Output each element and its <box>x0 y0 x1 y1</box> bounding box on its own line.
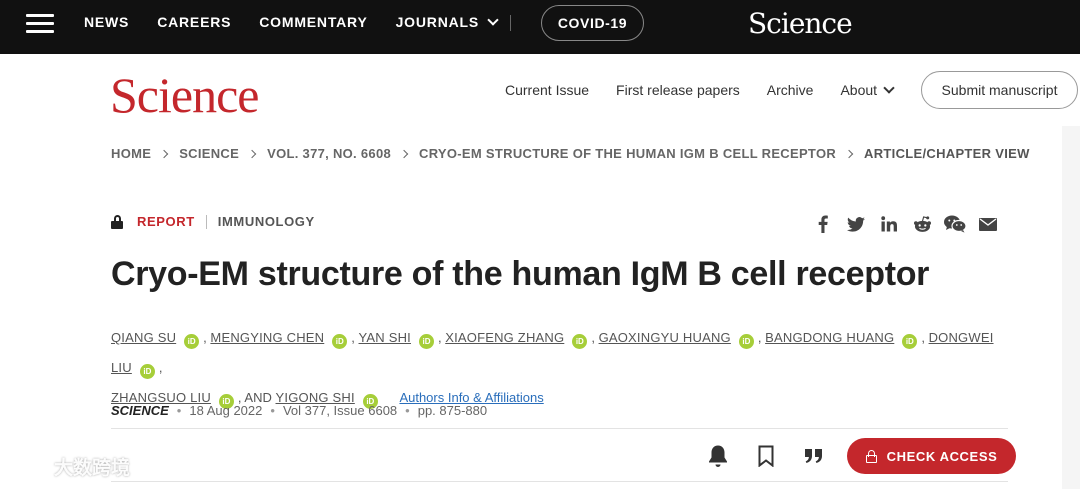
bell-icon[interactable] <box>703 439 733 473</box>
article-type[interactable]: REPORT <box>137 214 195 229</box>
top-nav-commentary-label: COMMENTARY <box>259 14 368 30</box>
breadcrumb-home[interactable]: HOME <box>111 146 151 161</box>
science-logo[interactable]: Science <box>110 66 259 124</box>
hamburger-menu-icon[interactable] <box>26 14 54 34</box>
orcid-icon[interactable]: iD <box>184 334 200 349</box>
chevron-right-icon <box>399 149 409 158</box>
author-separator: , <box>351 330 355 345</box>
top-nav-careers-label: CAREERS <box>157 14 232 30</box>
covid-button[interactable]: COVID-19 <box>541 5 644 41</box>
author-link[interactable]: GAOXINGYU HUANG <box>599 330 731 345</box>
orcid-icon[interactable]: iD <box>572 334 588 349</box>
article-meta: REPORT IMMUNOLOGY <box>111 214 315 229</box>
citation-line: SCIENCE • 18 Aug 2022 • Vol 377, Issue 6… <box>111 403 487 418</box>
top-nav-journals-label: JOURNALS <box>395 14 480 30</box>
nav-about[interactable]: About <box>840 81 895 98</box>
dot-separator: • <box>405 403 410 418</box>
author-list: QIANG SU iD, MENGYING CHEN iD, YAN SHI iD, … <box>111 323 1011 413</box>
main-header: Science Current Issue First release pape… <box>0 54 1080 126</box>
wechat-icon[interactable] <box>944 213 966 235</box>
twitter-icon[interactable] <box>845 213 867 235</box>
linkedin-icon[interactable] <box>878 213 900 235</box>
author-separator: , <box>591 330 595 345</box>
bookmark-icon[interactable] <box>751 439 781 473</box>
author-separator: , <box>757 330 762 345</box>
article-subject[interactable]: IMMUNOLOGY <box>218 214 315 229</box>
orcid-icon[interactable]: iD <box>139 364 155 379</box>
breadcrumb: HOME SCIENCE VOL. 377, NO. 6608 CRYO-EM … <box>111 146 1030 161</box>
article-title: Cryo-EM structure of the human IgM B cel… <box>111 255 930 293</box>
author-separator: , <box>921 330 925 345</box>
top-nav-news-label: NEWS <box>84 14 130 30</box>
reddit-icon[interactable] <box>911 213 933 235</box>
top-nav: NEWS CAREERS COMMENTARY JOURNALS <box>84 0 525 44</box>
divider <box>205 214 207 229</box>
divider <box>111 428 1008 429</box>
dot-separator: • <box>176 403 182 418</box>
content-area <box>0 126 1080 489</box>
volume-issue[interactable]: Vol 377, Issue 6608 <box>283 403 397 418</box>
nav-archive[interactable]: Archive <box>767 82 814 98</box>
divider <box>510 15 511 31</box>
top-nav-commentary[interactable]: COMMENTARY <box>259 14 367 30</box>
author-link[interactable]: MENGYING CHEN <box>210 330 324 345</box>
email-icon[interactable] <box>977 213 999 235</box>
check-access-label: CHECK ACCESS <box>886 448 998 464</box>
author-separator: , <box>158 360 163 375</box>
author-link[interactable]: BANGDONG HUANG <box>765 330 894 345</box>
watermark: 大数跨境 <box>8 453 130 480</box>
top-logo[interactable]: Science <box>748 7 853 40</box>
nav-current-issue[interactable]: Current Issue <box>505 82 589 98</box>
orcid-icon[interactable]: iD <box>332 334 348 349</box>
watermark-logo-icon <box>8 456 46 477</box>
facebook-icon[interactable] <box>812 213 834 235</box>
scrollbar-track[interactable] <box>1062 126 1080 489</box>
divider <box>111 481 1008 482</box>
chevron-right-icon <box>159 149 169 158</box>
author-separator: , <box>437 330 442 345</box>
watermark-text: 大数跨境 <box>54 458 131 479</box>
top-nav-journals[interactable]: JOURNALS <box>395 13 499 30</box>
chevron-down-icon <box>883 81 895 94</box>
breadcrumb-issue[interactable]: VOL. 377, NO. 6608 <box>267 146 391 161</box>
main-nav: Current Issue First release papers Archi… <box>505 54 920 126</box>
share-bar <box>812 213 1010 235</box>
nav-about-label: About <box>840 82 878 98</box>
author-link[interactable]: YAN SHI <box>359 330 411 345</box>
breadcrumb-current: ARTICLE/CHAPTER VIEW <box>864 146 1030 161</box>
nav-first-release[interactable]: First release papers <box>616 82 740 98</box>
action-bar: CHECK ACCESS <box>703 438 1016 474</box>
chevron-right-icon <box>844 149 854 158</box>
lock-icon <box>111 214 123 229</box>
orcid-icon[interactable]: iD <box>902 334 918 349</box>
chevron-right-icon <box>247 149 257 158</box>
submit-manuscript-button[interactable]: Submit manuscript <box>921 71 1078 109</box>
author-link[interactable]: XIAOFENG ZHANG <box>445 330 564 345</box>
dot-separator: • <box>270 403 275 418</box>
top-nav-news[interactable]: NEWS <box>84 14 129 30</box>
top-bar: NEWS CAREERS COMMENTARY JOURNALS COVID-1… <box>0 0 1080 54</box>
publication-date: 18 Aug 2022 <box>189 403 263 418</box>
check-access-button[interactable]: CHECK ACCESS <box>847 438 1016 474</box>
top-nav-careers[interactable]: CAREERS <box>157 14 231 30</box>
orcid-icon[interactable]: iD <box>738 334 754 349</box>
author-link[interactable]: QIANG SU <box>111 330 176 345</box>
breadcrumb-article[interactable]: CRYO-EM STRUCTURE OF THE HUMAN IGM B CEL… <box>419 146 836 161</box>
author-separator: , <box>203 330 207 345</box>
chevron-down-icon <box>487 13 499 26</box>
pages: pp. 875-880 <box>417 403 488 418</box>
lock-icon <box>865 449 877 463</box>
breadcrumb-science[interactable]: SCIENCE <box>179 146 239 161</box>
orcid-icon[interactable]: iD <box>418 334 434 349</box>
quote-icon[interactable] <box>799 439 829 473</box>
journal-name[interactable]: SCIENCE <box>111 403 169 418</box>
